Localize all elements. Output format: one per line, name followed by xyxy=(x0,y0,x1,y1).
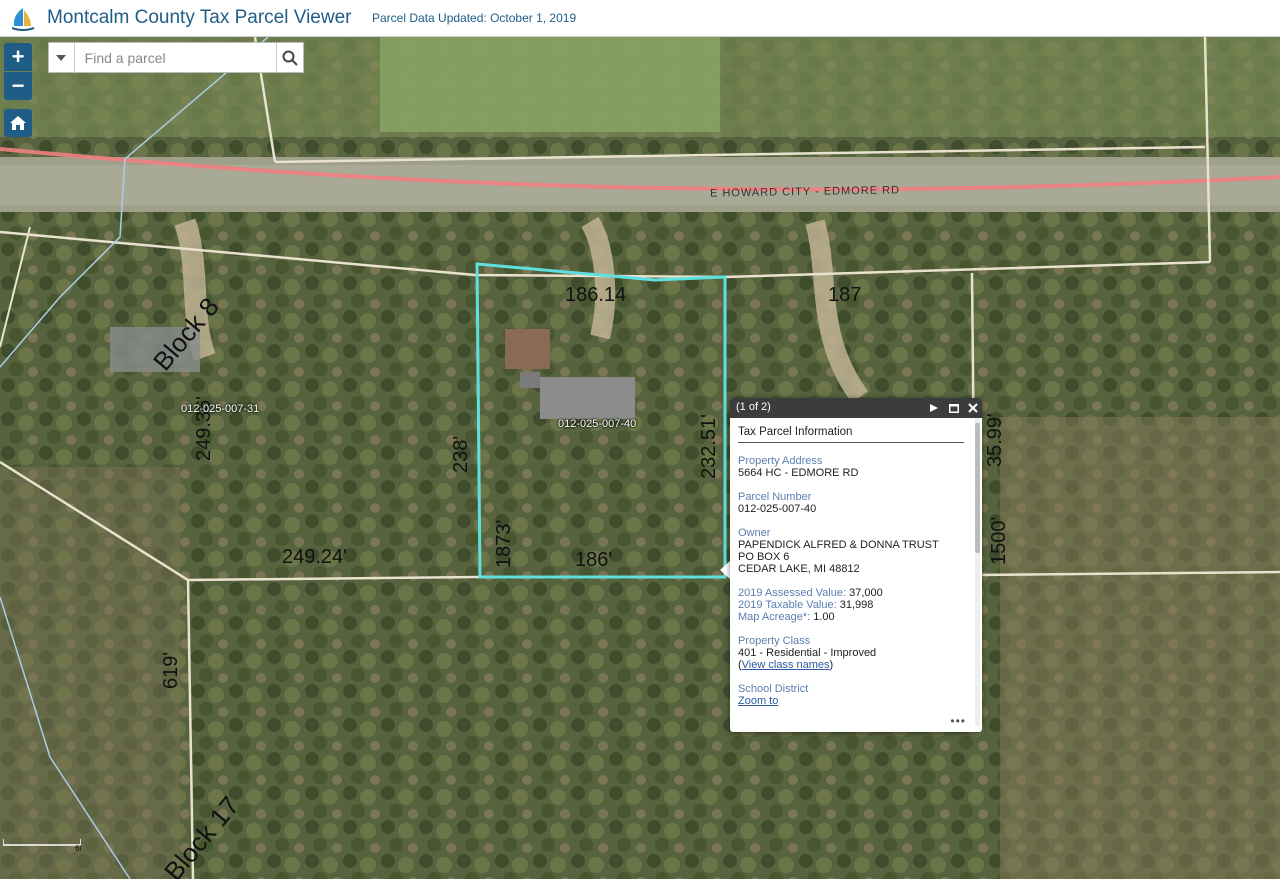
owner-address-line2: CEDAR LAKE, MI 48812 xyxy=(738,563,860,575)
maximize-button[interactable] xyxy=(946,398,962,418)
assessed-value-label: 2019 Assessed Value: xyxy=(738,587,847,599)
acreage-label: Map Acreage*: xyxy=(738,611,811,623)
view-class-names-link[interactable]: View class names xyxy=(742,659,830,671)
parcel-id-label: 012-025-007-31 xyxy=(181,403,260,415)
owner-address-line1: PO BOX 6 xyxy=(738,551,790,563)
app-header: Montcalm County Tax Parcel Viewer Parcel… xyxy=(0,0,1280,37)
taxable-value: 31,998 xyxy=(839,599,874,611)
address-value: 5664 HC - EDMORE RD xyxy=(738,467,859,479)
home-icon xyxy=(10,116,26,130)
class-names-link-wrapper: (View class names) xyxy=(738,659,834,671)
parcel-number-label: Parcel Number xyxy=(738,491,812,503)
app-title: Montcalm County Tax Parcel Viewer xyxy=(47,7,352,28)
aerial-imagery xyxy=(0,37,1280,879)
data-updated-text: Parcel Data Updated: October 1, 2019 xyxy=(372,11,577,25)
assessed-value: 37,000 xyxy=(849,587,883,599)
popup-content: Tax Parcel Information Property Address … xyxy=(730,418,972,732)
maximize-icon xyxy=(949,403,959,413)
home-button[interactable] xyxy=(4,109,32,137)
search-source-dropdown[interactable] xyxy=(49,43,75,72)
owner-name: PAPENDICK ALFRED & DONNA TRUST xyxy=(738,539,939,551)
address-label: Property Address xyxy=(738,455,823,467)
school-district-label: School District xyxy=(738,683,809,695)
dimension-label: 232.51' xyxy=(698,414,720,479)
acreage-row: Map Acreage*: 1.00 xyxy=(738,611,964,623)
dimension-label: 1500' xyxy=(988,516,1010,565)
zoom-out-button[interactable]: − xyxy=(4,72,32,100)
popup-title: Tax Parcel Information xyxy=(738,426,964,443)
zoom-in-button[interactable]: + xyxy=(4,43,32,71)
dimension-label: 238' xyxy=(450,435,472,473)
zoom-to-link[interactable]: Zoom to xyxy=(738,695,964,707)
scale-bar: 60ft xyxy=(3,839,81,851)
popup-scrollbar[interactable] xyxy=(975,418,980,726)
more-actions-button[interactable]: ••• xyxy=(950,714,966,728)
app-logo-icon xyxy=(11,8,35,31)
taxable-value-label: 2019 Taxable Value: xyxy=(738,599,837,611)
parcel-search xyxy=(48,42,304,73)
search-button[interactable] xyxy=(275,43,303,72)
property-class-value: 401 - Residential - Improved xyxy=(738,647,877,659)
assessed-value-row: 2019 Assessed Value: 37,000 xyxy=(738,587,964,599)
close-icon xyxy=(968,403,978,413)
next-feature-button[interactable] xyxy=(926,398,942,418)
map-view[interactable]: + − E HOWARD CITY - EDMORE RD 186.14 187… xyxy=(0,37,1280,879)
dimension-label: 186' xyxy=(575,549,613,571)
popup-feature-count: (1 of 2) xyxy=(736,401,771,413)
parcel-number-value: 012-025-007-40 xyxy=(738,503,817,515)
scrollbar-thumb[interactable] xyxy=(975,423,980,553)
popup-pointer xyxy=(720,561,730,579)
tax-parcel-popup: (1 of 2) Tax Parcel Information Property… xyxy=(730,398,982,732)
dimension-label: 1873' xyxy=(493,519,515,568)
property-class-label: Property Class xyxy=(738,635,811,647)
search-input[interactable] xyxy=(74,43,276,72)
dimension-label: 35.99' xyxy=(984,413,1006,467)
dimension-label: 186.14 xyxy=(565,284,627,306)
search-icon xyxy=(282,50,298,66)
close-button[interactable] xyxy=(965,398,981,418)
dimension-label: 187 xyxy=(828,284,862,306)
acreage-value: 1.00 xyxy=(813,611,835,623)
next-arrow-icon xyxy=(930,404,938,412)
taxable-value-row: 2019 Taxable Value: 31,998 xyxy=(738,599,964,611)
scale-label: 60ft xyxy=(75,844,81,851)
dimension-label: 249.24' xyxy=(282,546,347,568)
owner-label: Owner xyxy=(738,527,771,539)
parcel-id-label: 012-025-007-40 xyxy=(558,418,637,430)
dimension-label: 619' xyxy=(160,651,182,689)
caret-down-icon xyxy=(56,54,67,61)
popup-header: (1 of 2) xyxy=(730,398,982,418)
